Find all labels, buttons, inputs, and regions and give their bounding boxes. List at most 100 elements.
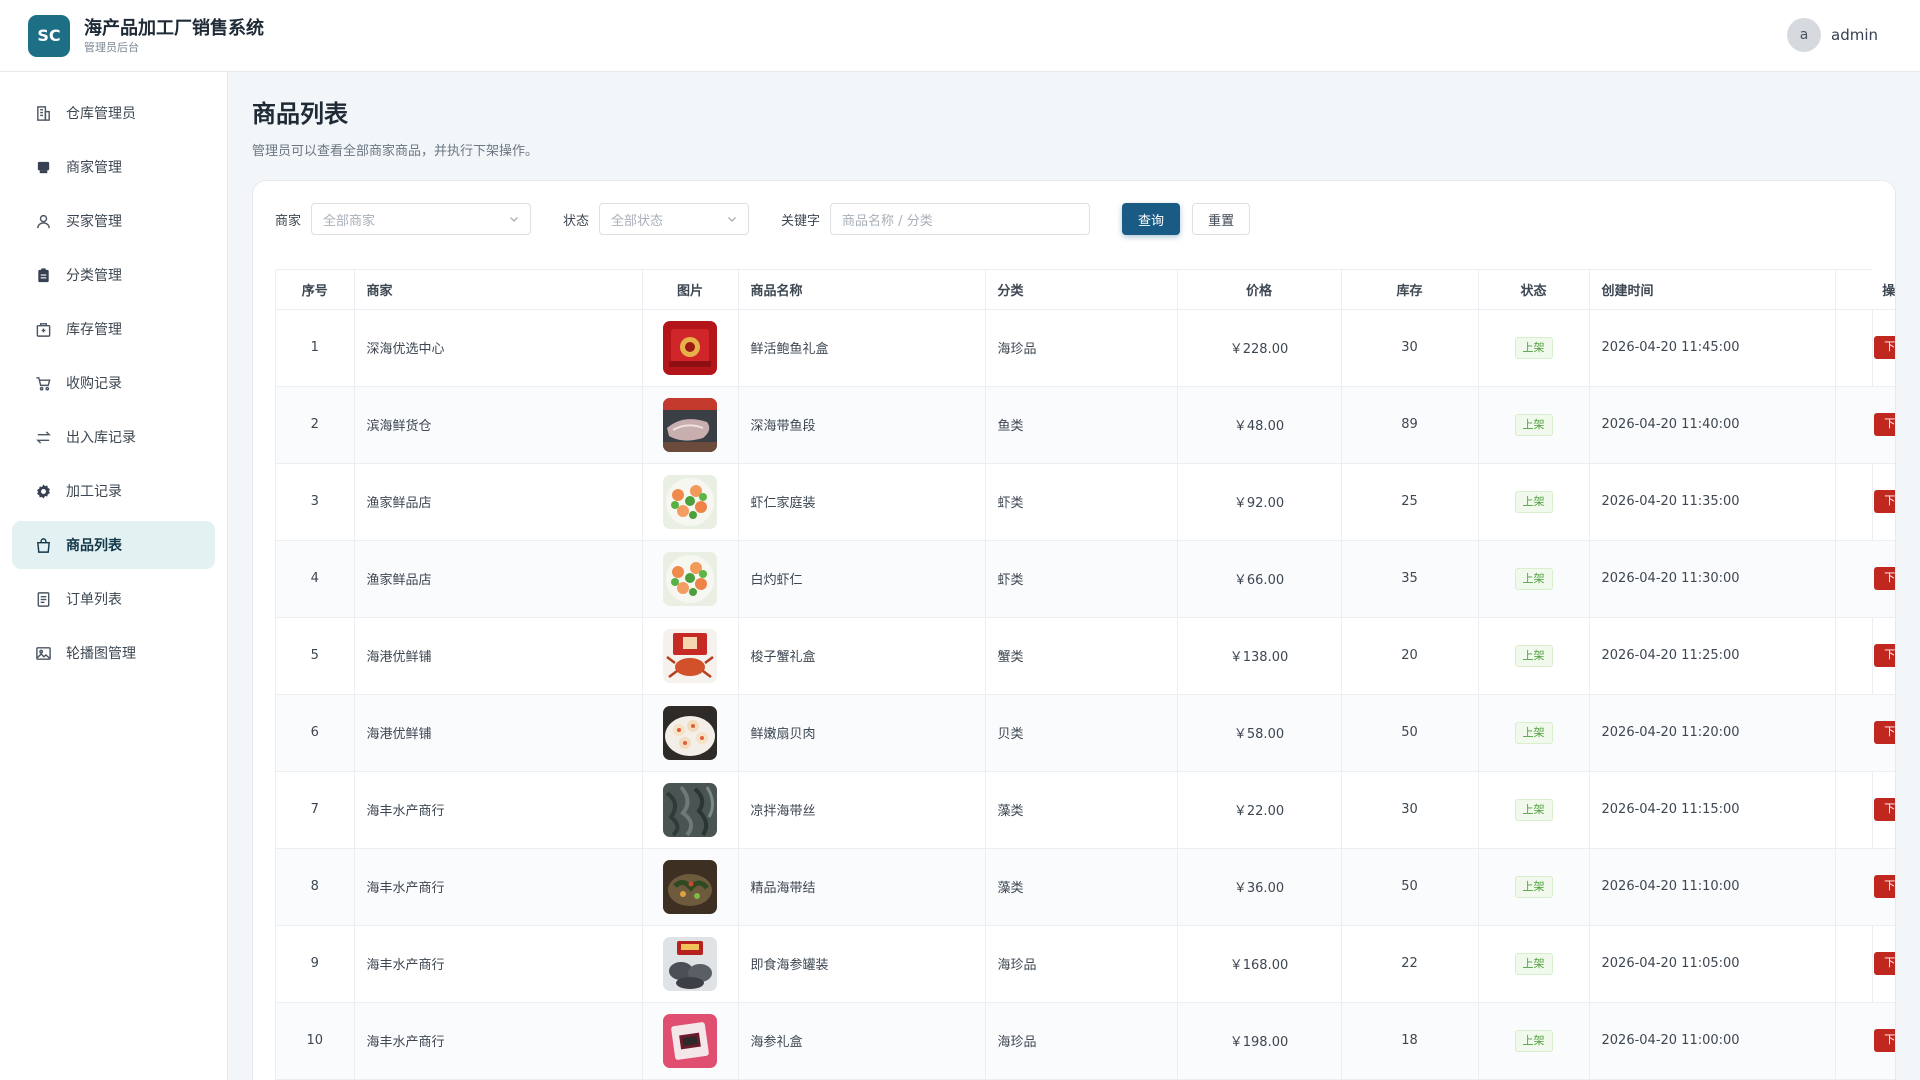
sidebar-item-order-list[interactable]: 订单列表 (12, 575, 215, 623)
sidebar-item-buyers[interactable]: 买家管理 (12, 197, 215, 245)
table-row: 2 滨海鲜货仓 深海带鱼段 鱼类 ￥48.00 89 上架 2026-04-20… (276, 386, 1895, 464)
delist-button[interactable]: 下架 (1874, 875, 1895, 898)
row-action-cell: 下架 (1835, 694, 1895, 772)
row-status-cell: 上架 (1478, 1002, 1590, 1080)
row-status-cell: 上架 (1478, 694, 1590, 772)
delist-button[interactable]: 下架 (1874, 721, 1895, 744)
product-thumbnail-sea-cucumber-can[interactable] (663, 936, 717, 991)
sidebar-item-label: 商家管理 (66, 160, 122, 176)
product-thumbnail-sea-cucumber-gift[interactable] (663, 1013, 717, 1068)
user-icon (34, 212, 52, 230)
row-stock: 22 (1341, 925, 1479, 1003)
row-action-cell: 下架 (1835, 463, 1895, 541)
username[interactable]: admin (1831, 26, 1878, 44)
row-status-cell: 上架 (1478, 925, 1590, 1003)
delist-button[interactable]: 下架 (1874, 644, 1895, 667)
row-created-time: 2026-04-20 11:20:00 (1589, 694, 1836, 772)
column-header: 图片 (642, 270, 739, 310)
row-product-name: 即食海参罐装 (738, 925, 986, 1003)
row-merchant: 海港优鲜铺 (354, 617, 643, 695)
row-merchant: 海丰水产商行 (354, 771, 643, 849)
row-index: 3 (276, 463, 355, 541)
sidebar-item-label: 库存管理 (66, 322, 122, 338)
delist-button[interactable]: 下架 (1874, 490, 1895, 513)
sidebar-item-warehouse-admins[interactable]: 仓库管理员 (12, 89, 215, 137)
column-header: 序号 (276, 270, 355, 310)
sidebar-item-stock-io-records[interactable]: 出入库记录 (12, 413, 215, 461)
row-category: 海珍品 (985, 925, 1178, 1003)
row-image-cell (642, 771, 739, 849)
product-thumbnail-kelp-knot-bowl[interactable] (663, 859, 717, 914)
row-index: 1 (276, 309, 355, 387)
chevron-down-icon (510, 217, 518, 222)
row-index: 8 (276, 848, 355, 926)
merchant-select[interactable]: 全部商家 (311, 203, 532, 235)
delist-button[interactable]: 下架 (1874, 567, 1895, 590)
sidebar-item-label: 加工记录 (66, 484, 122, 500)
app-subtitle: 管理员后台 (84, 40, 139, 54)
column-header: 商品名称 (738, 270, 986, 310)
product-thumbnail-crab-gift-box[interactable] (663, 628, 717, 683)
row-stock: 30 (1341, 309, 1479, 387)
delist-button[interactable]: 下架 (1874, 413, 1895, 436)
sidebar-item-label: 出入库记录 (66, 430, 136, 446)
main-content: 商品列表 管理员可以查看全部商家商品，并执行下架操作。 商家 全部商家 状态 全… (252, 72, 1896, 1080)
document-list-icon (34, 590, 52, 608)
sidebar-item-label: 仓库管理员 (66, 106, 136, 122)
row-status-cell: 上架 (1478, 617, 1590, 695)
product-thumbnail-shrimp-dish[interactable] (663, 551, 717, 606)
delist-button[interactable]: 下架 (1874, 336, 1895, 359)
row-price: ￥198.00 (1177, 1002, 1342, 1080)
sidebar-item-product-list[interactable]: 商品列表 (12, 521, 215, 569)
row-index: 10 (276, 1002, 355, 1080)
column-header: 操作 (1835, 270, 1895, 310)
reset-button[interactable]: 重置 (1192, 203, 1251, 235)
row-status-cell: 上架 (1478, 309, 1590, 387)
sidebar-item-label: 收购记录 (66, 376, 122, 392)
status-badge: 上架 (1514, 413, 1553, 436)
status-select[interactable]: 全部状态 (599, 203, 750, 235)
status-badge: 上架 (1514, 798, 1553, 821)
user-menu[interactable]: a admin (1787, 18, 1878, 52)
brand[interactable]: SC 海产品加工厂销售系统 管理员后台 (28, 14, 264, 57)
row-price: ￥22.00 (1177, 771, 1342, 849)
row-status-cell: 上架 (1478, 540, 1590, 618)
row-created-time: 2026-04-20 11:05:00 (1589, 925, 1836, 1003)
table-row: 6 海港优鲜铺 鲜嫩扇贝肉 贝类 ￥58.00 50 上架 2026-04-20… (276, 694, 1895, 772)
delist-button[interactable]: 下架 (1874, 798, 1895, 821)
product-thumbnail-hairtail-fish[interactable] (663, 397, 717, 452)
sidebar: 仓库管理员 商家管理 买家管理 分类管理 库存管理 收购记录 出入库记录 加工记… (0, 72, 228, 1080)
sidebar-item-processing-records[interactable]: 加工记录 (12, 467, 215, 515)
row-product-name: 白灼虾仁 (738, 540, 986, 618)
row-index: 6 (276, 694, 355, 772)
row-merchant: 海丰水产商行 (354, 848, 643, 926)
delist-button[interactable]: 下架 (1874, 1029, 1895, 1052)
product-thumbnail-scallop-plate[interactable] (663, 705, 717, 760)
sidebar-item-merchants[interactable]: 商家管理 (12, 143, 215, 191)
product-thumbnail-shrimp-dish[interactable] (663, 474, 717, 529)
sidebar-item-label: 买家管理 (66, 214, 122, 230)
keyword-input-placeholder: 商品名称 / 分类 (842, 213, 933, 229)
product-thumbnail-abalone-gift-box[interactable] (663, 320, 717, 375)
avatar[interactable]: a (1787, 18, 1821, 52)
row-created-time: 2026-04-20 11:25:00 (1589, 617, 1836, 695)
sidebar-item-categories[interactable]: 分类管理 (12, 251, 215, 299)
page-title: 商品列表 (252, 100, 348, 128)
product-thumbnail-kelp-shreds[interactable] (663, 782, 717, 837)
sidebar-item-inventory[interactable]: 库存管理 (12, 305, 215, 353)
sidebar-item-purchase-records[interactable]: 收购记录 (12, 359, 215, 407)
clipboard-icon (34, 266, 52, 284)
row-category: 鱼类 (985, 386, 1178, 464)
delist-button[interactable]: 下架 (1874, 952, 1895, 975)
merchant-filter-label: 商家 (275, 213, 302, 229)
row-category: 海珍品 (985, 309, 1178, 387)
row-category: 海珍品 (985, 1002, 1178, 1080)
row-action-cell: 下架 (1835, 617, 1895, 695)
product-table: 序号 商家 图片 商品名称 分类 价格 库存 状态 创建时间 操作 1 深海优选… (275, 269, 1895, 1080)
query-button[interactable]: 查询 (1122, 203, 1181, 235)
sidebar-item-label: 订单列表 (66, 592, 122, 608)
column-header: 库存 (1341, 270, 1479, 310)
row-product-name: 海参礼盒 (738, 1002, 986, 1080)
sidebar-item-carousel[interactable]: 轮播图管理 (12, 629, 215, 677)
keyword-input[interactable]: 商品名称 / 分类 (830, 203, 1091, 235)
